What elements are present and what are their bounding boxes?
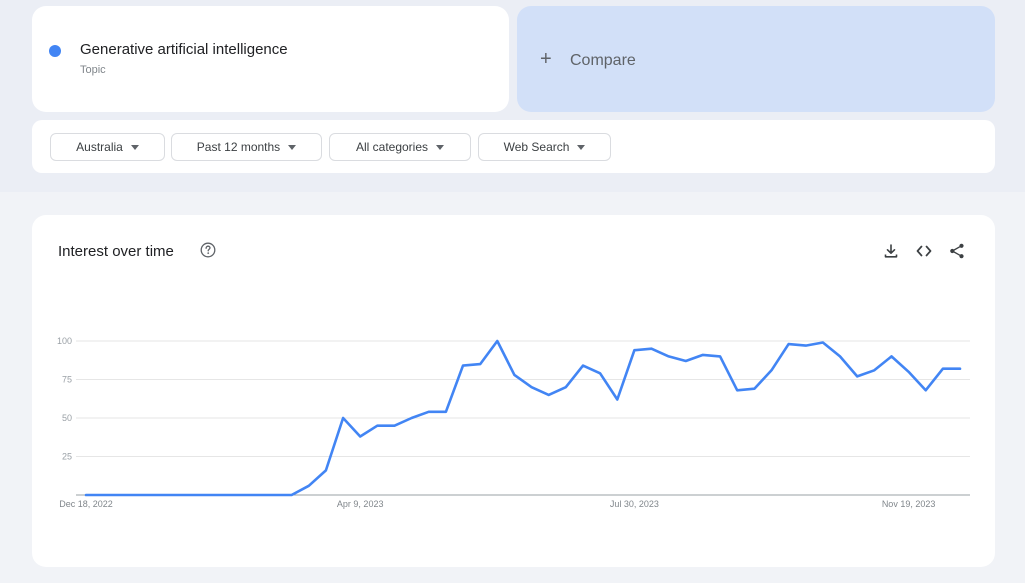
series-color-dot: [49, 45, 61, 57]
search-term-card[interactable]: [32, 6, 509, 112]
download-icon[interactable]: [882, 242, 900, 260]
time-range-filter-label: Past 12 months: [196, 140, 281, 154]
compare-label[interactable]: Compare: [570, 52, 636, 70]
help-icon[interactable]: [200, 242, 216, 258]
dropdown-caret-icon: [130, 144, 139, 150]
dropdown-caret-icon: [288, 144, 297, 150]
dropdown-caret-icon: [436, 144, 445, 150]
embed-code-icon[interactable]: [915, 242, 933, 260]
category-filter-label: All categories: [355, 140, 429, 154]
category-filter[interactable]: All categories: [329, 133, 471, 161]
interest-over-time-card: [32, 215, 995, 567]
region-filter[interactable]: Australia: [50, 133, 165, 161]
search-type-filter[interactable]: Web Search: [478, 133, 611, 161]
region-filter-label: Australia: [76, 140, 123, 154]
plus-icon[interactable]: +: [540, 49, 552, 69]
chart-title: Interest over time: [58, 243, 174, 260]
dropdown-caret-icon: [577, 144, 586, 150]
time-range-filter[interactable]: Past 12 months: [171, 133, 322, 161]
search-type-filter-label: Web Search: [503, 140, 570, 154]
search-term-type: Topic: [80, 64, 106, 76]
search-term-name[interactable]: Generative artificial intelligence: [80, 41, 288, 58]
share-icon[interactable]: [948, 242, 966, 260]
